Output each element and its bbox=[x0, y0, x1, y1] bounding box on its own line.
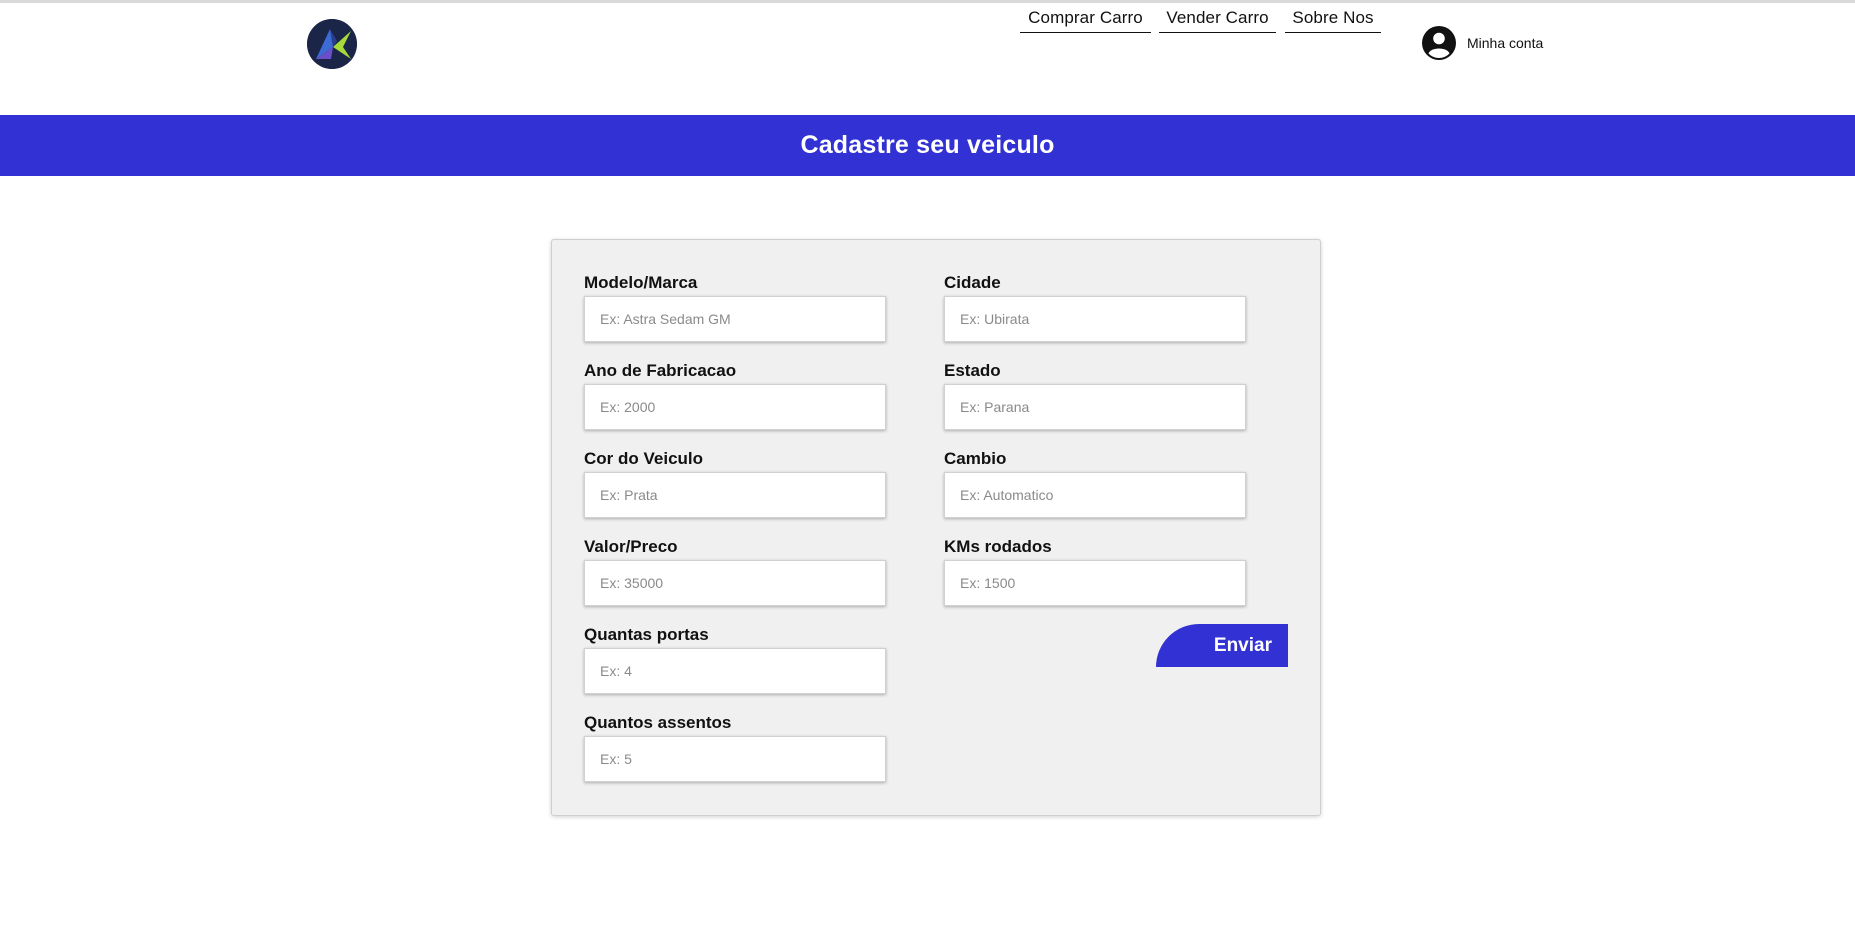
cor-veiculo-input[interactable] bbox=[584, 472, 886, 518]
cidade-input[interactable] bbox=[944, 296, 1246, 342]
field-label: Estado bbox=[944, 361, 1001, 380]
field-label: Quantas portas bbox=[584, 625, 709, 644]
field-cor-veiculo: Cor do Veiculo bbox=[584, 448, 886, 518]
field-cambio: Cambio bbox=[944, 448, 1246, 518]
quantas-portas-input[interactable] bbox=[584, 648, 886, 694]
field-ano-fabricacao: Ano de Fabricacao bbox=[584, 360, 886, 430]
page-banner: Cadastre seu veiculo bbox=[0, 115, 1855, 176]
modelo-marca-input[interactable] bbox=[584, 296, 886, 342]
nav-comprar-carro[interactable]: Comprar Carro bbox=[1020, 3, 1151, 33]
nav-vender-carro[interactable]: Vender Carro bbox=[1159, 3, 1276, 33]
field-label: Cor do Veiculo bbox=[584, 449, 704, 468]
user-circle-icon bbox=[1422, 26, 1456, 60]
kms-rodados-input[interactable] bbox=[944, 560, 1246, 606]
field-label: Valor/Preco bbox=[584, 537, 678, 556]
page-title: Cadastre seu veiculo bbox=[800, 131, 1055, 159]
field-quantos-assentos: Quantos assentos bbox=[584, 712, 886, 782]
cambio-input[interactable] bbox=[944, 472, 1246, 518]
submit-button[interactable]: Enviar bbox=[1156, 624, 1288, 667]
field-label: Cidade bbox=[944, 273, 1001, 292]
vehicle-form: Modelo/Marca Ano de Fabricacao Cor do Ve… bbox=[551, 239, 1321, 816]
field-label: Modelo/Marca bbox=[584, 273, 698, 292]
account-menu[interactable]: Minha conta bbox=[1421, 25, 1543, 61]
estado-input[interactable] bbox=[944, 384, 1246, 430]
account-label: Minha conta bbox=[1467, 35, 1544, 51]
field-label: Cambio bbox=[944, 449, 1007, 468]
site-header: Comprar Carro Vender Carro Sobre Nos Min… bbox=[0, 3, 1855, 115]
field-label: Ano de Fabricacao bbox=[584, 361, 737, 380]
field-cidade: Cidade bbox=[944, 272, 1246, 342]
field-quantas-portas: Quantas portas bbox=[584, 624, 886, 694]
nav-sobre-nos[interactable]: Sobre Nos bbox=[1285, 3, 1381, 33]
field-estado: Estado bbox=[944, 360, 1246, 430]
field-modelo-marca: Modelo/Marca bbox=[584, 272, 886, 342]
field-kms-rodados: KMs rodados bbox=[944, 536, 1246, 606]
field-label: KMs rodados bbox=[944, 537, 1052, 556]
ano-fabricacao-input[interactable] bbox=[584, 384, 886, 430]
quantos-assentos-input[interactable] bbox=[584, 736, 886, 782]
field-valor-preco: Valor/Preco bbox=[584, 536, 886, 606]
logo-icon[interactable] bbox=[307, 19, 357, 69]
field-label: Quantos assentos bbox=[584, 713, 732, 732]
valor-preco-input[interactable] bbox=[584, 560, 886, 606]
